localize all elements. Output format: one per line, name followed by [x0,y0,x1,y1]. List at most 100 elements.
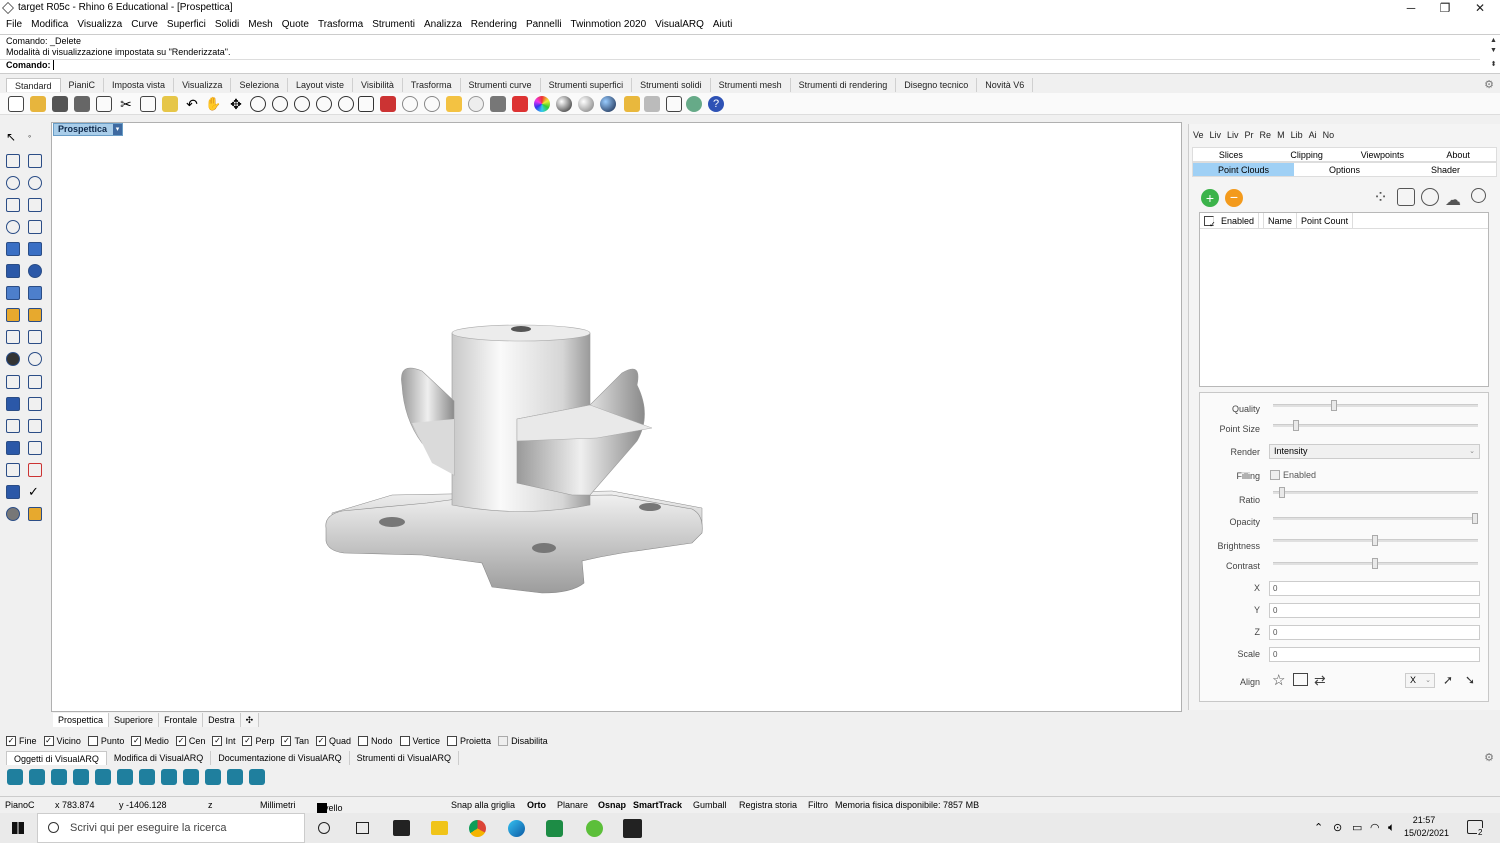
align-swap-icon[interactable]: ⇄ [1314,672,1326,689]
tab-novita-v6[interactable]: Novità V6 [977,78,1034,92]
open-folder-icon[interactable] [30,96,46,112]
command-prompt[interactable]: Comando: [0,59,1480,73]
circle-icon[interactable] [6,176,20,190]
settings-gear-icon[interactable]: ⚙ [1484,78,1494,91]
join-icon[interactable] [6,352,20,366]
quality-slider[interactable] [1273,400,1478,411]
tab-shader[interactable]: Shader [1395,163,1496,176]
split-icon[interactable] [28,375,42,389]
tab-strumenti-mesh[interactable]: Strumenti mesh [711,78,791,92]
light-icon[interactable] [6,308,20,322]
cortana-icon[interactable] [318,822,330,834]
car-icon[interactable] [380,96,396,112]
status-grid-snap[interactable]: Snap alla griglia [451,800,515,810]
cloud-icon[interactable]: ☁ [1445,190,1461,210]
tab-strumenti-solidi[interactable]: Strumenti solidi [632,78,711,92]
array-icon[interactable] [6,463,20,477]
box-icon[interactable] [6,264,20,278]
close-button[interactable]: ✕ [1463,0,1497,17]
color-wheel-icon[interactable] [534,96,550,112]
contrast-slider[interactable] [1273,558,1478,569]
ratio-slider[interactable] [1273,487,1478,498]
scroll-updown-icon[interactable]: ⬍ [1489,60,1498,68]
polyline-icon[interactable] [6,154,20,168]
viewport-dropdown-icon[interactable]: ▾ [113,124,122,135]
rectangle-icon[interactable] [28,198,42,212]
minimize-button[interactable]: ─ [1394,0,1428,17]
render-preview-icon[interactable] [600,96,616,112]
remove-pointcloud-icon[interactable]: − [1225,189,1243,207]
four-viewports-icon[interactable] [358,96,374,112]
render-light-icon[interactable] [28,308,42,322]
osnap-fine[interactable]: ✓ Fine [6,733,37,748]
align-axis-select[interactable]: X ⌄ [1405,673,1435,688]
tab-strumenti-rendering[interactable]: Strumenti di rendering [791,78,897,92]
pan-hand-icon[interactable]: ✋ [205,96,221,112]
osnap-checkbox[interactable]: ✓ [43,735,54,746]
osnap-nodo[interactable]: Nodo [358,733,393,748]
status-planare[interactable]: Planare [557,800,588,810]
status-smarttrack[interactable]: SmartTrack [633,800,682,810]
menu-visualizza[interactable]: Visualizza [77,17,122,34]
menu-strumenti[interactable]: Strumenti [372,17,415,34]
slider-thumb[interactable] [1472,513,1478,524]
osnap-vicino[interactable]: ✓ Vicino [43,733,81,748]
menu-curve[interactable]: Curve [131,17,158,34]
menu-pannelli[interactable]: Pannelli [526,17,562,34]
mesh-plane-icon[interactable] [28,286,42,300]
panel-tab-help[interactable]: Ai [1309,127,1317,143]
menu-modifica[interactable]: Modifica [31,17,68,34]
panel-tab-view[interactable]: Ve [1193,127,1204,143]
hatch-icon[interactable] [28,441,42,455]
text-icon[interactable] [6,397,20,411]
osnap-checkbox[interactable]: ✓ [281,735,292,746]
gumball-icon[interactable] [28,463,42,477]
menu-analizza[interactable]: Analizza [424,17,462,34]
import-icon[interactable] [96,96,112,112]
file-explorer-icon[interactable] [431,821,448,835]
surface-icon[interactable] [6,242,20,256]
tab-seleziona[interactable]: Seleziona [231,78,288,92]
zoom-extents-icon[interactable] [294,96,310,112]
tab-trasforma[interactable]: Trasforma [403,78,461,92]
tab-disegno-tecnico[interactable]: Disegno tecnico [896,78,978,92]
osnap-checkbox[interactable] [399,735,410,746]
rhino-taskbar-icon[interactable] [623,819,642,838]
properties-icon[interactable] [446,96,462,112]
trim-icon[interactable] [6,375,20,389]
osnap-vertice[interactable]: Vertice [399,733,440,748]
osnap-tan[interactable]: ✓ Tan [281,733,309,748]
save-icon[interactable] [52,96,68,112]
copy-icon[interactable] [140,96,156,112]
panel-tab-notes[interactable]: No [1323,127,1335,143]
tray-date[interactable]: 15/02/2021 [1404,828,1449,838]
mesh-icon[interactable] [6,286,20,300]
lock-icon[interactable] [490,96,506,112]
curve-icon[interactable] [28,154,42,168]
tab-slices[interactable]: Slices [1193,148,1269,161]
rotate-view-icon[interactable] [338,96,354,112]
align-arrow-2-icon[interactable]: ➘ [1465,673,1475,687]
tab-pianic[interactable]: PianiC [61,78,105,92]
scale-icon[interactable] [28,397,42,411]
osnap-checkbox[interactable]: ✓ [212,735,223,746]
add-pointcloud-icon[interactable]: + [1201,189,1219,207]
maximize-button[interactable]: ❐ [1428,0,1462,17]
wall-icon[interactable] [7,769,23,785]
text-dim-icon[interactable] [28,330,42,344]
settings-gear-icon[interactable]: ⚙ [1484,751,1494,765]
osnap-checkbox[interactable]: ✓ [6,735,16,746]
roof-icon[interactable] [205,769,221,785]
menu-quote[interactable]: Quote [282,17,309,34]
add-viewport-icon[interactable]: ✣ [240,713,260,727]
menu-visualarq[interactable]: VisualARQ [655,17,704,34]
dimension-icon[interactable] [6,330,20,344]
tab-oggetti-visualarq[interactable]: Oggetti di VisualARQ [6,751,107,765]
tab-strumenti-visualarq[interactable]: Strumenti di VisualARQ [350,751,460,765]
tab-clipping[interactable]: Clipping [1269,148,1345,161]
check-icon[interactable]: ✓ [28,485,42,499]
paste-icon[interactable] [162,96,178,112]
slider-thumb[interactable] [1331,400,1337,411]
menu-aiuti[interactable]: Aiuti [713,17,732,34]
extrude-icon[interactable] [28,242,42,256]
